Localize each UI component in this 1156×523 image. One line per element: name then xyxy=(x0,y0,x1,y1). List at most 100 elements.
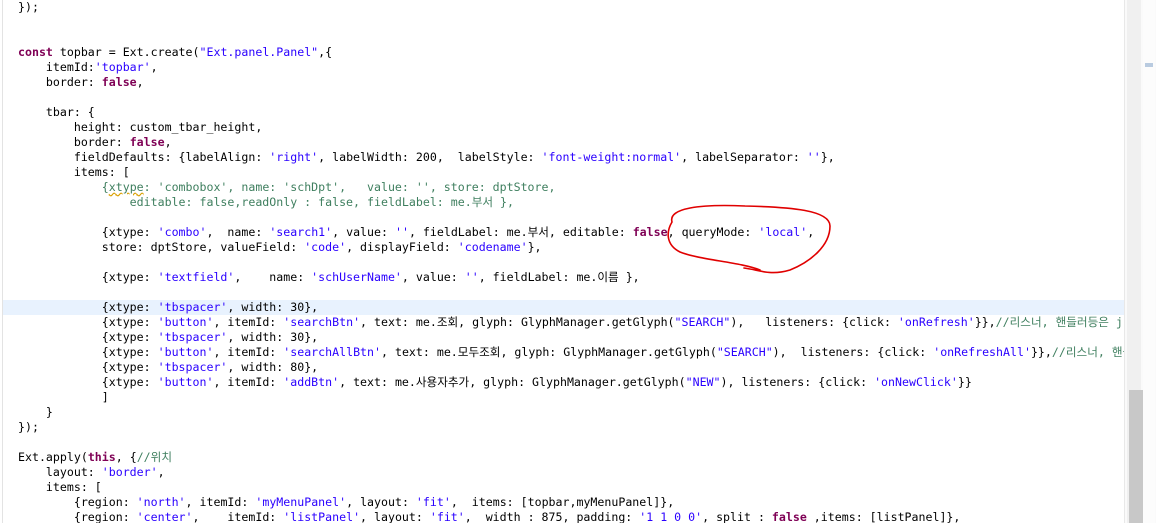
code-token: , text: me.모두조회, glyph: GlyphManager.get… xyxy=(381,345,717,359)
scrollbar-thumb[interactable] xyxy=(1129,390,1143,523)
code-token: {xtype: xyxy=(18,300,158,314)
code-line[interactable]: } xyxy=(18,405,53,420)
code-line[interactable]: {xtype: 'tbspacer', width: 80}, xyxy=(18,360,318,375)
code-line[interactable]: {xtype: 'tbspacer', width: 30}, xyxy=(18,330,318,345)
code-line[interactable]: {region: 'center', itemId: 'listPanel', … xyxy=(18,510,961,523)
code-token: items: [ xyxy=(18,480,102,494)
code-token: 'font-weight:normal' xyxy=(541,150,682,164)
code-token: ,{ xyxy=(318,45,333,59)
code-token: , fieldLabel: me.부서, editable: xyxy=(408,225,633,239)
code-token: ), listeners: {click: xyxy=(772,345,934,359)
code-token: border: xyxy=(18,135,130,149)
code-token: 'textfield' xyxy=(157,270,235,284)
code-token: //위치 xyxy=(136,450,172,464)
code-token: , displayField: xyxy=(346,240,458,254)
code-line[interactable]: {region: 'north', itemId: 'myMenuPanel',… xyxy=(18,495,674,510)
scrollbar-track[interactable] xyxy=(1127,0,1143,523)
code-line[interactable]: border: false, xyxy=(18,75,144,90)
code-token: height: custom_tbar_height, xyxy=(18,120,263,134)
code-token: , itemId: xyxy=(185,495,256,509)
code-token: {xtype: xyxy=(18,345,158,359)
code-token: , labelSeparator: xyxy=(681,150,807,164)
code-token: false xyxy=(129,135,165,149)
code-token: ] xyxy=(18,390,109,404)
code-line[interactable]: itemId:'topbar', xyxy=(18,60,158,75)
code-token: , name: xyxy=(234,270,312,284)
code-token: 'fit' xyxy=(429,510,465,523)
code-token: '' xyxy=(806,150,821,164)
code-line[interactable]: layout: 'border', xyxy=(18,465,165,480)
code-token: 'code' xyxy=(304,240,347,254)
code-token: ), listeners: {click: xyxy=(720,375,875,389)
code-token: 'tbspacer' xyxy=(157,330,228,344)
code-line[interactable]: store: dptStore, valueField: 'code', dis… xyxy=(18,240,542,255)
code-token: store: dptStore, valueField: xyxy=(18,240,305,254)
code-token: border: xyxy=(18,75,102,89)
code-token: , value: xyxy=(332,225,395,239)
code-line[interactable]: {xtype: 'button', itemId: 'searchBtn', t… xyxy=(18,315,1124,330)
code-token: 'onNewClick' xyxy=(874,375,958,389)
code-line[interactable]: border: false, xyxy=(18,135,172,150)
code-line[interactable]: ] xyxy=(18,390,109,405)
code-token: , itemId: xyxy=(213,345,284,359)
code-token: 'center' xyxy=(136,510,193,523)
code-token: {region: xyxy=(18,495,137,509)
code-token: 'codename' xyxy=(457,240,528,254)
code-line[interactable]: {xtype: 'combobox', name: 'schDpt', valu… xyxy=(18,180,556,195)
code-token: {xtype: xyxy=(18,270,158,284)
code-line[interactable]: }); xyxy=(18,420,39,435)
code-token: {region: xyxy=(18,510,137,523)
code-line[interactable]: }); xyxy=(18,0,39,15)
code-token: , labelWidth: 200, labelStyle: xyxy=(318,150,542,164)
code-token: "Ext.panel.Panel" xyxy=(199,45,319,59)
code-token: { xyxy=(18,180,109,194)
code-token: '' xyxy=(464,270,479,284)
code-token: editable: false,readOnly : false, fieldL… xyxy=(18,195,514,209)
code-token: items: [ xyxy=(18,165,130,179)
overview-ruler[interactable] xyxy=(1143,0,1155,523)
code-token: }, xyxy=(527,240,542,254)
code-line[interactable]: Ext.apply(this, {//위치 xyxy=(18,450,172,465)
vertical-scrollbar[interactable] xyxy=(1124,0,1156,523)
code-line[interactable]: fieldDefaults: {labelAlign: 'right', lab… xyxy=(18,150,835,165)
code-line[interactable]: {xtype: 'textfield', name: 'schUserName'… xyxy=(18,270,640,285)
code-token: }, xyxy=(820,150,835,164)
code-token: , xyxy=(157,465,165,479)
code-token: }} xyxy=(957,375,972,389)
code-token: , itemId: xyxy=(213,315,284,329)
code-line[interactable]: {xtype: 'tbspacer', width: 30}, xyxy=(18,300,318,315)
code-token: this xyxy=(87,450,116,464)
code-token: tbar: { xyxy=(18,105,95,119)
code-token: , xyxy=(807,225,815,239)
code-token: "SEARCH" xyxy=(716,345,773,359)
code-token: //리스너, 핸들 xyxy=(1051,345,1124,359)
code-line[interactable]: const topbar = Ext.create("Ext.panel.Pan… xyxy=(18,45,332,60)
code-token: Ext.apply( xyxy=(18,450,88,464)
code-token: , { xyxy=(115,450,137,464)
code-line[interactable]: items: [ xyxy=(18,480,102,495)
code-token: , width : 875, padding: xyxy=(464,510,640,523)
code-token: , xyxy=(164,135,172,149)
code-token: 'local' xyxy=(758,225,808,239)
code-token: : 'combobox', name: 'schDpt', value: '',… xyxy=(143,180,556,194)
code-token: 'button' xyxy=(157,345,214,359)
code-token: , itemId: xyxy=(213,375,284,389)
code-line[interactable]: items: [ xyxy=(18,165,130,180)
code-line[interactable]: {xtype: 'button', itemId: 'addBtn', text… xyxy=(18,375,972,390)
code-editor[interactable]: }); const topbar = Ext.create("Ext.panel.… xyxy=(0,0,1124,523)
code-token: , name: xyxy=(206,225,270,239)
code-token: , layout: xyxy=(360,510,430,523)
code-token: 'north' xyxy=(136,495,186,509)
code-line[interactable]: {xtype: 'combo', name: 'search1', value:… xyxy=(18,225,814,240)
code-token: 'myMenuPanel' xyxy=(255,495,347,509)
overview-ruler-marker[interactable] xyxy=(1145,63,1153,67)
code-token: , items: [topbar,myMenuPanel]}, xyxy=(450,495,675,509)
code-token: , text: me.조회, glyph: GlyphManager.getGl… xyxy=(360,315,675,329)
code-line[interactable]: {xtype: 'button', itemId: 'searchAllBtn'… xyxy=(18,345,1124,360)
code-token: 'tbspacer' xyxy=(157,360,228,374)
code-line[interactable]: tbar: { xyxy=(18,105,95,120)
code-line[interactable]: height: custom_tbar_height, xyxy=(18,120,262,135)
code-line[interactable]: editable: false,readOnly : false, fieldL… xyxy=(18,195,514,210)
code-token: 'button' xyxy=(157,315,214,329)
editor-left-margin xyxy=(2,0,3,523)
